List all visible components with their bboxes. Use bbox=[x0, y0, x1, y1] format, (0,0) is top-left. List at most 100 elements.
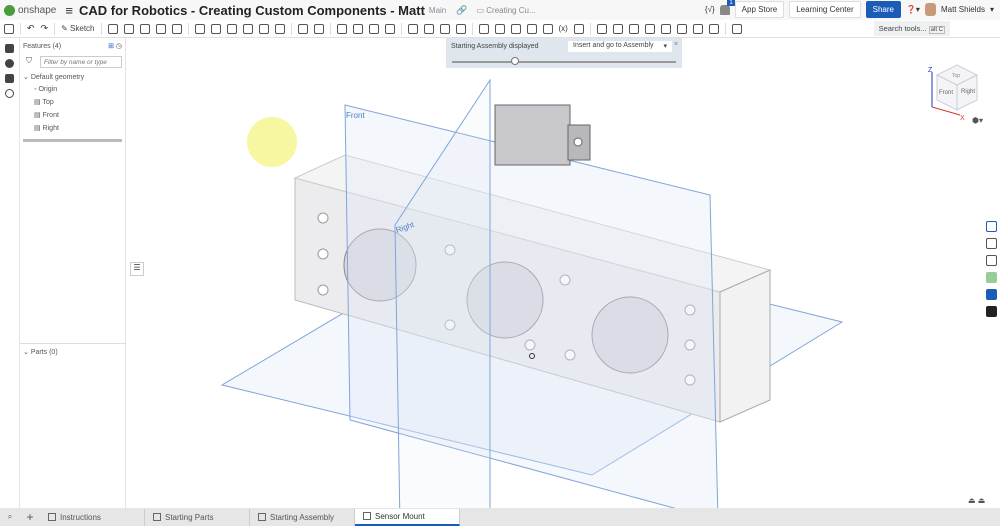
plane-icon[interactable] bbox=[478, 23, 489, 34]
filter-icon[interactable]: ⛉ bbox=[26, 56, 32, 66]
divider bbox=[400, 22, 402, 35]
user-chevron-icon[interactable]: ▾ bbox=[990, 5, 994, 14]
feature-item-front[interactable]: ▤ Front bbox=[20, 109, 125, 122]
history-slider[interactable] bbox=[452, 61, 676, 63]
derived-icon[interactable] bbox=[542, 23, 553, 34]
appearance-icon[interactable] bbox=[986, 221, 997, 232]
extrude-icon[interactable] bbox=[107, 23, 118, 34]
feature-item-top[interactable]: ▤ Top bbox=[20, 96, 125, 109]
rollback-bar[interactable] bbox=[23, 139, 122, 142]
sketch-button[interactable]: ✎ Sketch bbox=[61, 24, 94, 33]
cube-front[interactable]: Front bbox=[939, 90, 953, 96]
slider-handle[interactable] bbox=[510, 57, 519, 65]
transform-icon[interactable] bbox=[368, 23, 379, 34]
feature-label: Right bbox=[42, 125, 59, 132]
folder-breadcrumb[interactable]: ▭ Creating Cu... bbox=[476, 6, 535, 15]
pattern-icon[interactable] bbox=[297, 23, 308, 34]
rib-icon[interactable] bbox=[242, 23, 253, 34]
onshape-logo[interactable]: onshape bbox=[4, 4, 56, 16]
replace-face-icon[interactable] bbox=[439, 23, 450, 34]
loft-icon[interactable] bbox=[155, 23, 166, 34]
help-icon[interactable]: ❓▾ bbox=[906, 5, 920, 14]
video-icon[interactable] bbox=[986, 306, 997, 317]
chamfer-icon[interactable] bbox=[210, 23, 221, 34]
configurations-icon[interactable] bbox=[5, 44, 14, 53]
feature-panel-toggle-icon[interactable]: ☰ bbox=[130, 262, 144, 276]
thicken-icon[interactable] bbox=[171, 23, 182, 34]
user-menu[interactable]: Matt Shields bbox=[941, 5, 985, 14]
tab-icon[interactable] bbox=[644, 23, 655, 34]
close-icon[interactable]: × bbox=[674, 41, 678, 48]
rollback-clock-icon[interactable]: ◷ bbox=[116, 43, 122, 50]
view-cube[interactable]: Top Front Right Z X bbox=[912, 60, 997, 130]
branch-label[interactable]: Main bbox=[429, 6, 446, 15]
insert-assembly-select[interactable]: Insert and go to Assembly ▾ bbox=[568, 41, 672, 52]
redo-icon[interactable]: ↷ bbox=[41, 23, 49, 34]
offset-icon[interactable] bbox=[423, 23, 434, 34]
default-geometry-group[interactable]: ⌄ Default geometry bbox=[20, 71, 125, 84]
undo-icon[interactable]: ↶ bbox=[27, 23, 35, 34]
feature-item-right[interactable]: ▤ Right bbox=[20, 122, 125, 135]
parts-icon[interactable] bbox=[5, 74, 14, 83]
add-folder-icon[interactable]: ⊞ bbox=[108, 43, 114, 50]
shell-icon[interactable] bbox=[258, 23, 269, 34]
tab-starting-assembly[interactable]: Starting Assembly bbox=[250, 508, 355, 526]
mate-connector-icon[interactable] bbox=[494, 23, 505, 34]
feature-list-icon[interactable] bbox=[4, 23, 14, 34]
image-icon[interactable] bbox=[986, 272, 997, 283]
custom-feature-icon[interactable] bbox=[731, 23, 742, 34]
graphics-viewport[interactable]: Front Right bbox=[126, 38, 1000, 526]
cube-top[interactable]: Top bbox=[952, 73, 960, 79]
bend-icon[interactable] bbox=[628, 23, 639, 34]
revolve-icon[interactable] bbox=[123, 23, 134, 34]
display-options-icons[interactable]: ⏏ ⏏ bbox=[968, 496, 985, 505]
learning-center-button[interactable]: Learning Center bbox=[789, 1, 861, 18]
variable-table-icon[interactable] bbox=[986, 255, 997, 266]
add-tab-icon[interactable]: + bbox=[20, 510, 40, 524]
fillet-icon[interactable] bbox=[194, 23, 205, 34]
app-store-button[interactable]: App Store bbox=[734, 1, 785, 18]
relief-icon[interactable] bbox=[676, 23, 687, 34]
menu-icon[interactable]: ≡ bbox=[65, 3, 73, 18]
view-mode-icon[interactable]: ⬢▾ bbox=[972, 116, 983, 125]
tab-starting-parts[interactable]: Starting Parts bbox=[145, 508, 250, 526]
clock-icon[interactable] bbox=[526, 23, 537, 34]
corner-icon[interactable] bbox=[660, 23, 671, 34]
cube-right[interactable]: Right bbox=[961, 89, 975, 95]
search-tools-input[interactable]: Search tools... alt C bbox=[873, 21, 950, 36]
document-title[interactable]: CAD for Robotics - Creating Custom Compo… bbox=[79, 3, 425, 18]
composite-icon[interactable] bbox=[573, 23, 584, 34]
mirror-icon[interactable] bbox=[313, 23, 324, 34]
flange-icon[interactable] bbox=[612, 23, 623, 34]
measure-icon[interactable] bbox=[986, 238, 997, 249]
feature-label: Front bbox=[42, 112, 59, 119]
draft-icon[interactable] bbox=[226, 23, 237, 34]
hole-icon[interactable] bbox=[274, 23, 285, 34]
app-icon[interactable] bbox=[986, 289, 997, 300]
history-icon[interactable] bbox=[5, 89, 14, 98]
filter-input[interactable] bbox=[40, 56, 122, 68]
sweep-icon[interactable] bbox=[139, 23, 150, 34]
tab-instructions[interactable]: Instructions bbox=[40, 508, 145, 526]
split-icon[interactable] bbox=[352, 23, 363, 34]
notifications-bell-icon[interactable]: 1 bbox=[719, 0, 735, 15]
sheet-metal-icon[interactable] bbox=[596, 23, 607, 34]
variable-icon[interactable]: (x) bbox=[559, 24, 568, 33]
helix-icon[interactable] bbox=[510, 23, 521, 34]
gusset-icon[interactable] bbox=[708, 23, 719, 34]
delete-part-icon[interactable] bbox=[384, 23, 395, 34]
comments-icon[interactable] bbox=[5, 59, 14, 68]
tab-manager-icon[interactable]: ⌕ bbox=[0, 512, 20, 522]
avatar[interactable] bbox=[924, 3, 936, 16]
feature-item-origin[interactable]: ◦ Origin bbox=[20, 84, 125, 96]
share-button[interactable]: Share bbox=[865, 1, 901, 18]
modify-fillet-icon[interactable] bbox=[407, 23, 418, 34]
model-scene[interactable]: Front Right bbox=[126, 38, 1000, 526]
frame-icon[interactable] bbox=[692, 23, 703, 34]
link-icon[interactable]: 🔗 bbox=[456, 5, 467, 16]
tab-sensor-mount[interactable]: Sensor Mount bbox=[355, 508, 460, 526]
boolean-icon[interactable] bbox=[336, 23, 347, 34]
variables-icon[interactable]: {√} bbox=[705, 5, 715, 14]
move-face-icon[interactable] bbox=[455, 23, 466, 34]
parts-section[interactable]: ⌄ Parts (0) bbox=[20, 343, 126, 360]
